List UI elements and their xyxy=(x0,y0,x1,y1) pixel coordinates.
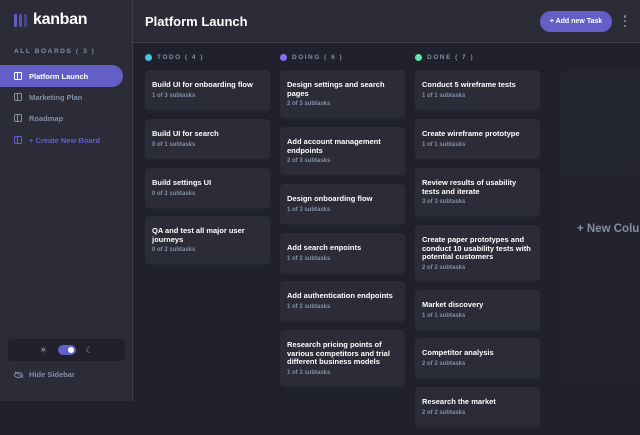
task-card[interactable]: Add account management endpoints 2 of 3 … xyxy=(280,127,405,175)
column-doing: DOING ( 6 ) Design settings and search p… xyxy=(280,50,405,386)
task-title: Research pricing points of various compe… xyxy=(287,340,390,366)
create-new-board-button[interactable]: + Create New Board xyxy=(0,129,123,151)
task-title: Research the market xyxy=(422,397,496,406)
more-options-icon[interactable] xyxy=(622,15,628,27)
column-title: TODO ( 4 ) xyxy=(157,53,205,61)
eye-slash-icon xyxy=(14,371,23,378)
task-subtasks: 0 of 2 subtasks xyxy=(152,247,196,253)
task-card[interactable]: Competitor analysis 2 of 2 subtasks xyxy=(415,338,540,378)
task-subtasks: 1 of 2 subtasks xyxy=(287,303,331,310)
add-task-button[interactable]: + Add new Task xyxy=(540,11,612,32)
task-card[interactable]: Build UI for search 0 of 1 subtasks xyxy=(145,119,270,159)
column-color-dot xyxy=(280,53,287,61)
hide-sidebar-button[interactable]: Hide Sidebar xyxy=(14,370,75,379)
task-subtasks: 0 of 1 subtasks xyxy=(152,141,196,148)
sidebar-item-marketing-plan[interactable]: Marketing Plan xyxy=(0,86,123,108)
sidebar-item-platform-launch[interactable]: Platform Launch xyxy=(0,65,123,87)
logo-icon xyxy=(14,13,27,27)
task-subtasks: 0 of 2 subtasks xyxy=(152,190,196,197)
task-card[interactable]: Build UI for onboarding flow 1 of 3 subt… xyxy=(145,70,270,110)
task-subtasks: 2 of 2 subtasks xyxy=(422,409,466,416)
task-title: Competitor analysis xyxy=(422,348,494,357)
task-title: Market discovery xyxy=(422,300,484,309)
page-title: Platform Launch xyxy=(145,14,248,29)
column-title: DONE ( 7 ) xyxy=(427,53,475,61)
logo: kanban xyxy=(14,11,88,29)
task-title: Design onboarding flow xyxy=(287,194,373,203)
create-board-label: + Create New Board xyxy=(29,135,101,145)
board-icon xyxy=(14,93,22,101)
task-card[interactable]: Conduct 5 wireframe tests 1 of 1 subtask… xyxy=(415,70,540,110)
task-subtasks: 2 of 2 subtasks xyxy=(422,264,466,271)
hide-sidebar-label: Hide Sidebar xyxy=(29,370,75,379)
task-title: QA and test all major user journeys xyxy=(152,226,245,244)
column-title: DOING ( 6 ) xyxy=(292,53,344,61)
moon-icon: ☾ xyxy=(85,344,94,355)
task-subtasks: 1 of 3 subtasks xyxy=(287,369,331,376)
task-subtasks: 1 of 3 subtasks xyxy=(152,92,196,99)
task-subtasks: 2 of 3 subtasks xyxy=(287,158,331,164)
task-subtasks: 1 of 3 subtasks xyxy=(287,206,331,213)
all-boards-heading: ALL BOARDS ( 3 ) xyxy=(14,48,96,55)
task-subtasks: 2 of 2 subtasks xyxy=(422,360,466,367)
task-title: Add search enpoints xyxy=(287,243,362,252)
board-icon xyxy=(14,136,22,144)
task-card[interactable]: QA and test all major user journeys 0 of… xyxy=(145,216,270,264)
task-title: Add authentication endpoints xyxy=(287,291,393,300)
task-subtasks: 1 of 1 subtasks xyxy=(422,141,466,148)
task-card[interactable]: Research pricing points of various compe… xyxy=(280,330,405,386)
column-done: DONE ( 7 ) Conduct 5 wireframe tests 1 o… xyxy=(415,50,540,427)
column-header: DONE ( 7 ) xyxy=(415,50,540,64)
column-todo: TODO ( 4 ) Build UI for onboarding flow … xyxy=(145,50,270,264)
board-icon xyxy=(14,114,22,122)
sidebar-item-label: Roadmap xyxy=(29,113,64,123)
task-subtasks: 1 of 2 subtasks xyxy=(287,255,331,262)
column-header: DOING ( 6 ) xyxy=(280,50,405,64)
task-title: Review results of usability tests and it… xyxy=(422,178,517,196)
theme-toggle[interactable] xyxy=(57,345,76,355)
theme-switcher: ☀ ☾ xyxy=(8,339,125,361)
task-title: Build settings UI xyxy=(152,178,212,187)
task-title: Design settings and search pages xyxy=(287,80,385,98)
task-title: Build UI for search xyxy=(152,129,219,138)
task-card[interactable]: Create paper prototypes and conduct 10 u… xyxy=(415,225,540,281)
task-subtasks: 1 of 1 subtasks xyxy=(422,92,466,99)
task-subtasks: 1 of 1 subtasks xyxy=(422,312,466,319)
board-icon xyxy=(14,72,22,80)
new-column-button[interactable]: + New Column xyxy=(577,223,640,235)
task-card[interactable]: Review results of usability tests and it… xyxy=(415,168,540,216)
task-card[interactable]: Research the market 2 of 2 subtasks xyxy=(415,387,540,427)
task-card[interactable]: Add authentication endpoints 1 of 2 subt… xyxy=(280,281,405,321)
task-title: Add account management endpoints xyxy=(287,137,381,155)
sidebar-item-roadmap[interactable]: Roadmap xyxy=(0,107,123,129)
column-header: TODO ( 4 ) xyxy=(145,50,270,64)
task-title: Build UI for onboarding flow xyxy=(152,80,253,89)
sidebar-item-label: Platform Launch xyxy=(29,71,89,81)
sidebar-item-label: Marketing Plan xyxy=(29,92,83,102)
column-color-dot xyxy=(415,53,422,61)
task-subtasks: 2 of 3 subtasks xyxy=(287,101,331,107)
logo-text: kanban xyxy=(33,11,88,28)
task-card[interactable]: Add search enpoints 1 of 2 subtasks xyxy=(280,233,405,273)
task-card[interactable]: Create wireframe prototype 1 of 1 subtas… xyxy=(415,119,540,159)
task-title: Create paper prototypes and conduct 10 u… xyxy=(422,235,531,261)
sun-icon: ☀ xyxy=(39,344,48,355)
column-color-dot xyxy=(145,53,152,61)
sidebar: kanban ALL BOARDS ( 3 ) Platform Launch … xyxy=(0,0,133,401)
task-card[interactable]: Market discovery 1 of 1 subtasks xyxy=(415,290,540,330)
header: Platform Launch + Add new Task xyxy=(133,0,640,43)
task-card[interactable]: Design onboarding flow 1 of 3 subtasks xyxy=(280,184,405,224)
task-card[interactable]: Design settings and search pages 2 of 3 … xyxy=(280,70,405,118)
task-subtasks: 3 of 3 subtasks xyxy=(422,199,466,205)
task-title: Conduct 5 wireframe tests xyxy=(422,80,516,89)
task-title: Create wireframe prototype xyxy=(422,129,520,138)
task-card[interactable]: Build settings UI 0 of 2 subtasks xyxy=(145,168,270,208)
